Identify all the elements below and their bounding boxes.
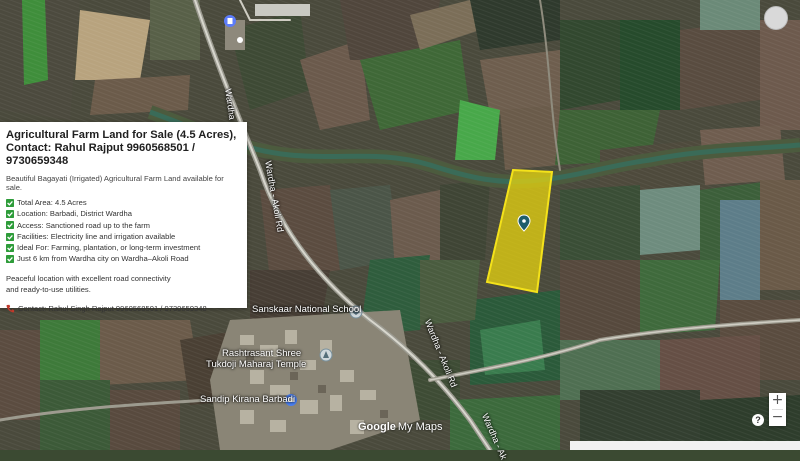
info-title-line1: Agricultural Farm Land for Sale (4.5 Acr… (6, 129, 237, 141)
feature-item: Total Area: 4.5 Acres (6, 197, 241, 208)
feature-text: Access: Sanctioned road up to the farm (17, 220, 150, 230)
attribution-bar (570, 441, 800, 450)
checkmark-icon (6, 243, 14, 252)
temple-label-line1: Rashtrasant Shree (222, 348, 302, 359)
temple-icon[interactable] (319, 348, 333, 362)
feature-item: Facilities: Electricity line and irrigat… (6, 231, 241, 242)
info-paragraph-line1: Peaceful location with excellent road co… (6, 273, 171, 283)
feature-item: Just 6 km from Wardha city on Wardha–Ako… (6, 253, 241, 264)
feature-item: Access: Sanctioned road up to the farm (6, 220, 241, 231)
google-wordmark: Google (358, 421, 396, 433)
feature-item: Location: Barbadi, District Wardha (6, 208, 241, 219)
info-title-line2: Contact: Rahul Rajput 9960568501 / 97306… (6, 142, 196, 167)
info-panel: Agricultural Farm Land for Sale (4.5 Acr… (0, 122, 247, 313)
kirana-label: Sandip Kirana Barbadi (200, 394, 296, 405)
zoom-control: + − (769, 393, 786, 426)
temple-label-line2: Tukdoji Maharaj Temple (206, 359, 307, 370)
info-paragraph: Peaceful location with excellent road co… (6, 273, 241, 296)
phone-icon (6, 304, 15, 313)
feature-text: Ideal For: Farming, plantation, or long-… (17, 243, 201, 253)
feature-text: Facilities: Electricity line and irrigat… (17, 231, 176, 241)
zoom-out-button[interactable]: − (769, 410, 786, 426)
checkmark-icon (6, 255, 14, 264)
feature-text: Just 6 km from Wardha city on Wardha–Ako… (17, 254, 189, 264)
info-paragraph-line2: and ready-to-use utilities. (6, 285, 91, 295)
feature-item: Ideal For: Farming, plantation, or long-… (6, 242, 241, 253)
help-button[interactable]: ? (752, 414, 764, 426)
location-toggle-button[interactable] (764, 6, 788, 30)
contact-text: Contact: Rahul Singh Rajput 9960568501 /… (18, 303, 207, 313)
checkmark-icon (6, 198, 14, 207)
my-maps-wordmark: My Maps (397, 421, 443, 433)
zoom-in-button[interactable]: + (769, 393, 786, 409)
info-title: Agricultural Farm Land for Sale (4.5 Acr… (6, 129, 241, 168)
info-subtitle: Beautiful Bagayati (Irrigated) Agricultu… (6, 174, 224, 192)
feature-text: Total Area: 4.5 Acres (17, 198, 87, 207)
fuel-station-icon[interactable] (224, 15, 236, 27)
checkmark-icon (6, 209, 14, 218)
checkmark-icon (6, 232, 14, 241)
google-my-maps-logo: Google My Maps (358, 421, 443, 433)
feature-text: Location: Barbadi, District Wardha (17, 209, 132, 219)
info-contact: Contact: Rahul Singh Rajput 9960568501 /… (6, 304, 241, 313)
feature-list: Total Area: 4.5 Acres Location: Barbadi,… (6, 197, 241, 265)
pin-icon[interactable] (237, 37, 243, 43)
school-label: Sanskaar National School (252, 304, 362, 315)
checkmark-icon (6, 221, 14, 230)
